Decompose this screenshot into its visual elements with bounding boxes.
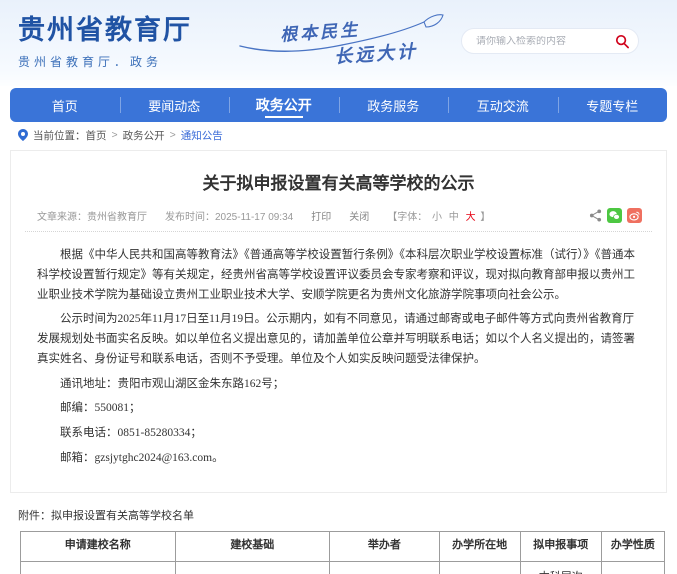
table-row: 贵州工业职业技术大学 贵州工业职业技术学院 贵州省人民政府 贵阳市 本科层次 职… — [20, 560, 666, 574]
col-header-location: 办学所在地 — [438, 530, 521, 562]
weibo-share-icon[interactable] — [627, 208, 642, 223]
breadcrumb-prefix: 当前位置： — [33, 129, 86, 142]
search-input[interactable] — [476, 35, 615, 47]
school-list-table: 申请建校名称 建校基础 举办者 办学所在地 拟申报事项 办学性质 贵州工业职业技… — [20, 530, 666, 574]
paragraph-phone: 联系电话：0851-85280334； — [60, 427, 202, 440]
location-pin-icon — [18, 129, 28, 141]
print-button[interactable]: 打印 — [311, 208, 331, 223]
site-logo[interactable]: 贵州省教育厅 贵州省教育厅．政务 — [18, 15, 192, 70]
nav-label: 要闻动态 — [148, 98, 201, 114]
cell-basis: 贵州工业职业技术学院 — [174, 560, 331, 574]
site-header: 贵州省教育厅 贵州省教育厅．政务 根本民生 长远大计 — [0, 0, 677, 86]
nav-label: 政务公开 — [255, 97, 312, 113]
nav-item-services[interactable]: 政务服务 — [338, 88, 449, 122]
breadcrumb-home[interactable]: 首页 — [86, 128, 107, 143]
paragraph-postcode: 邮编：550081； — [60, 402, 141, 415]
paragraph-address: 通讯地址：贵阳市观山湖区金朱东路162号； — [60, 377, 285, 390]
font-size-large-button[interactable]: 大 — [466, 212, 476, 223]
share-icon[interactable] — [589, 209, 602, 222]
slogan-calligraphy: 根本民生 长远大计 — [238, 12, 458, 72]
col-header-application-item: 拟申报事项 — [519, 530, 602, 562]
col-header-organizer: 举办者 — [329, 530, 440, 562]
search-box — [461, 28, 639, 54]
nav-item-public-affairs[interactable]: 政务公开 — [229, 88, 339, 122]
cell-applied-name: 贵州工业职业技术大学 — [20, 560, 176, 574]
cell-organizer: 贵州省人民政府 — [329, 560, 440, 574]
col-header-applied-name: 申请建校名称 — [20, 530, 176, 562]
font-size-medium-button[interactable]: 中 — [449, 212, 459, 223]
font-size-small-button[interactable]: 小 — [432, 212, 442, 223]
article-container: 关于拟申报设置有关高等学校的公示 文章来源：贵州省教育厅 发布时间：2025-1… — [10, 150, 667, 493]
close-button[interactable]: 关闭 — [349, 208, 369, 223]
paragraph-basis: 根据《中华人民共和国高等教育法》《普通高等学校设置暂行条例》《本科层次职业学校设… — [37, 249, 635, 301]
share-buttons — [589, 208, 642, 223]
nav-item-news[interactable]: 要闻动态 — [119, 88, 230, 122]
nav-label: 首页 — [51, 98, 78, 114]
cell-location: 贵阳市 — [438, 560, 521, 574]
search-icon — [615, 34, 629, 48]
nav-item-home[interactable]: 首页 — [10, 88, 120, 122]
site-subtitle: 贵州省教育厅．政务 — [18, 54, 163, 69]
article-body: 根据《中华人民共和国高等教育法》《普通高等学校设置暂行条例》《本科层次职业学校设… — [11, 232, 666, 469]
attachment-label: 附件：拟申报设置有关高等学校名单 — [18, 509, 194, 522]
article-meta: 文章来源：贵州省教育厅 发布时间：2025-11-17 09:34 打印 关闭 … — [11, 204, 666, 231]
col-header-school-type: 办学性质 — [600, 530, 666, 562]
nav-item-interaction[interactable]: 互动交流 — [448, 88, 558, 122]
search-button[interactable] — [615, 34, 630, 49]
breadcrumb-public-affairs[interactable]: 政务公开 — [123, 128, 165, 143]
site-title: 贵州省教育厅 — [18, 15, 192, 45]
breadcrumb-separator: > — [169, 129, 176, 141]
col-header-basis: 建校基础 — [174, 530, 331, 562]
breadcrumb: 当前位置： 首页 > 政务公开 > 通知公告 — [0, 122, 677, 148]
article-publish-time: 发布时间：2025-11-17 09:34 — [165, 212, 294, 223]
page-title: 关于拟申报设置有关高等学校的公示 — [202, 174, 475, 193]
cell-school-type: 公办 — [600, 560, 666, 574]
nav-label: 互动交流 — [476, 98, 529, 114]
breadcrumb-separator: > — [111, 129, 118, 141]
wechat-share-icon[interactable] — [607, 208, 622, 223]
cell-application-item: 本科层次 职业学校 — [519, 560, 602, 574]
article-source: 文章来源：贵州省教育厅 — [37, 212, 147, 223]
paragraph-public-period: 公示时间为2025年11月17日至11月19日。公示期内，如有不同意见，请通过邮… — [37, 313, 635, 365]
nav-label: 专题专栏 — [586, 98, 639, 114]
nav-label: 政务服务 — [367, 98, 420, 114]
breadcrumb-notices[interactable]: 通知公告 — [181, 128, 223, 143]
font-size-label: 【字体： — [387, 212, 428, 223]
main-nav: 首页 要闻动态 政务公开 政务服务 互动交流 专题专栏 — [10, 88, 667, 122]
font-size-switcher: 【字体： 小 中 大 】 — [387, 208, 490, 223]
paragraph-email: 邮箱：gzsjytghc2024@163.com。 — [60, 451, 224, 464]
font-size-label-end: 】 — [480, 212, 491, 223]
table-header-row: 申请建校名称 建校基础 举办者 办学所在地 拟申报事项 办学性质 — [20, 530, 666, 562]
nav-item-special-topics[interactable]: 专题专栏 — [557, 88, 668, 122]
